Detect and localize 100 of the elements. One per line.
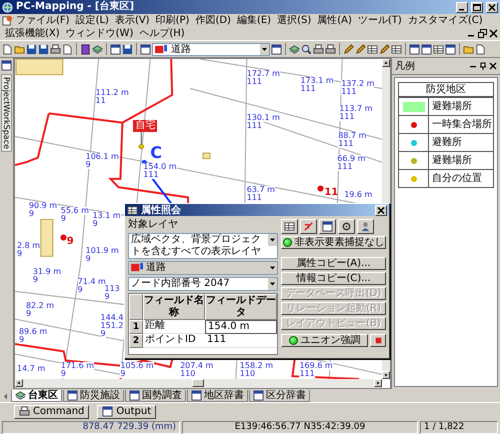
- document-tab[interactable]: 国勢調査: [125, 390, 186, 402]
- layers-icon[interactable]: [92, 44, 103, 54]
- action-button[interactable]: 情報コピー(C)...: [281, 272, 386, 285]
- hidden-capture-button[interactable]: 非表示要素捕捉なし: [281, 236, 386, 249]
- union-button[interactable]: ユニオン強調: [281, 334, 368, 347]
- window-icon[interactable]: [110, 44, 121, 54]
- length-label: 2.8 m: [16, 242, 40, 250]
- window-icon[interactable]: [409, 44, 420, 54]
- link-button[interactable]: [300, 219, 317, 234]
- menu-item[interactable]: ヘルプ(H): [136, 27, 188, 40]
- close-icon[interactable]: [489, 29, 498, 38]
- window-icon[interactable]: [445, 44, 456, 54]
- table-icon[interactable]: [367, 44, 378, 54]
- table-icon[interactable]: [433, 44, 444, 54]
- menu-item[interactable]: 設定(L): [72, 14, 112, 27]
- magnifier-icon[interactable]: [301, 44, 312, 54]
- panel-button[interactable]: Command: [14, 404, 90, 418]
- pencil-icon[interactable]: [343, 44, 354, 54]
- folder-icon[interactable]: [14, 44, 25, 54]
- link-icon: [303, 221, 314, 232]
- length-label: 169.6 m: [299, 362, 333, 370]
- columns-button[interactable]: [281, 219, 298, 234]
- restore-icon[interactable]: [478, 29, 487, 38]
- menu-item[interactable]: 表示(V): [112, 14, 153, 27]
- workspace-tab[interactable]: ProjectWorkSpace: [1, 74, 12, 152]
- panel-button[interactable]: Output: [97, 404, 156, 418]
- document-icon[interactable]: [2, 44, 13, 54]
- document-tab[interactable]: 防災施設: [63, 390, 124, 402]
- scroll-up-icon[interactable]: [382, 59, 390, 67]
- length-label: 207.4 m: [180, 362, 214, 370]
- building: [40, 218, 54, 257]
- close-icon[interactable]: [489, 62, 497, 70]
- close-button[interactable]: [375, 204, 387, 216]
- document-icon[interactable]: [475, 44, 486, 54]
- pin-icon[interactable]: [479, 62, 487, 70]
- action-button[interactable]: 属性コピー(A)...: [281, 257, 386, 270]
- length-label: 106.1 m: [86, 153, 119, 162]
- point-letter: C: [150, 144, 162, 161]
- id-label: 9: [28, 210, 34, 218]
- window-icon[interactable]: [421, 44, 432, 54]
- id-label: 111: [246, 194, 262, 202]
- length-label: 90.9 m: [28, 202, 58, 210]
- grid-button[interactable]: [319, 219, 336, 234]
- document-icon[interactable]: [62, 44, 73, 54]
- column-header[interactable]: フィールドデータ: [205, 294, 277, 320]
- book-icon[interactable]: [80, 44, 91, 54]
- close-button[interactable]: [486, 2, 498, 12]
- stop-button[interactable]: [370, 334, 386, 347]
- menu-item[interactable]: ツール(T): [354, 14, 405, 27]
- folder-icon[interactable]: [463, 44, 474, 54]
- printer-icon[interactable]: [325, 44, 336, 54]
- window-icon[interactable]: [140, 44, 151, 54]
- building: [16, 59, 64, 76]
- layer-dropdown[interactable]: 道路: [128, 261, 278, 275]
- menu-item[interactable]: 属性(A): [314, 14, 355, 27]
- maximize-button[interactable]: [471, 2, 483, 12]
- person-button[interactable]: [357, 219, 374, 234]
- layer-dropdown[interactable]: 道路: [152, 42, 270, 56]
- menu-item[interactable]: 作図(D): [192, 14, 234, 27]
- id-label: 9: [104, 292, 110, 301]
- window-icon[interactable]: [1, 60, 12, 71]
- column-header[interactable]: フィールド名称: [143, 294, 205, 320]
- node-dropdown[interactable]: ノード内部番号 2047: [128, 277, 278, 291]
- position-dot: [138, 144, 144, 150]
- menu-item[interactable]: 印刷(P): [152, 14, 192, 27]
- length-label: 173.1 m: [300, 76, 334, 85]
- menu-item[interactable]: ファイル(F): [13, 14, 73, 27]
- window-icon: [102, 406, 114, 417]
- dot-icon: [60, 234, 67, 242]
- document-globe-icon[interactable]: [2, 15, 13, 26]
- id-label: 9: [60, 214, 66, 223]
- minimize-button[interactable]: [456, 2, 468, 12]
- menu-item[interactable]: 編集(E): [234, 14, 274, 27]
- menu-item[interactable]: 選択(S): [274, 14, 314, 27]
- window-icon[interactable]: [271, 44, 282, 54]
- menu-item[interactable]: 拡張機能(X): [2, 27, 63, 40]
- globe-icon: [2, 2, 13, 12]
- document-tab[interactable]: 台東区: [11, 390, 62, 402]
- pencil-icon[interactable]: [379, 44, 390, 54]
- pencil-icon[interactable]: [355, 44, 366, 54]
- target-layer-dropdown[interactable]: 広域ベクタ、背景プロジェクトを含むすべての表示レイヤ: [128, 233, 278, 259]
- length-label: 66.9 m: [337, 154, 366, 163]
- point-number: 11: [324, 188, 338, 198]
- scroll-thumb[interactable]: [192, 379, 204, 387]
- gear-button[interactable]: [338, 219, 355, 234]
- scroll-down-icon[interactable]: [382, 371, 390, 379]
- length-label: 19.6 m: [344, 190, 372, 199]
- length-label: 82.2 m: [26, 302, 54, 310]
- table-icon[interactable]: [391, 44, 402, 54]
- document-tab[interactable]: 地区辞書: [187, 390, 248, 402]
- menu-item[interactable]: ウィンドウ(W): [62, 27, 136, 40]
- legend-label: 避難場所: [432, 100, 472, 112]
- layers-icon[interactable]: [289, 44, 300, 54]
- menu-item[interactable]: カスタマイズ(C): [404, 14, 486, 27]
- id-label: 111: [339, 113, 354, 122]
- document-tab[interactable]: 区分辞書: [249, 390, 310, 402]
- scroll-left-icon[interactable]: [15, 379, 23, 387]
- printer-icon[interactable]: [313, 44, 324, 54]
- scroll-right-icon[interactable]: [374, 379, 382, 387]
- printer-icon[interactable]: [50, 44, 61, 54]
